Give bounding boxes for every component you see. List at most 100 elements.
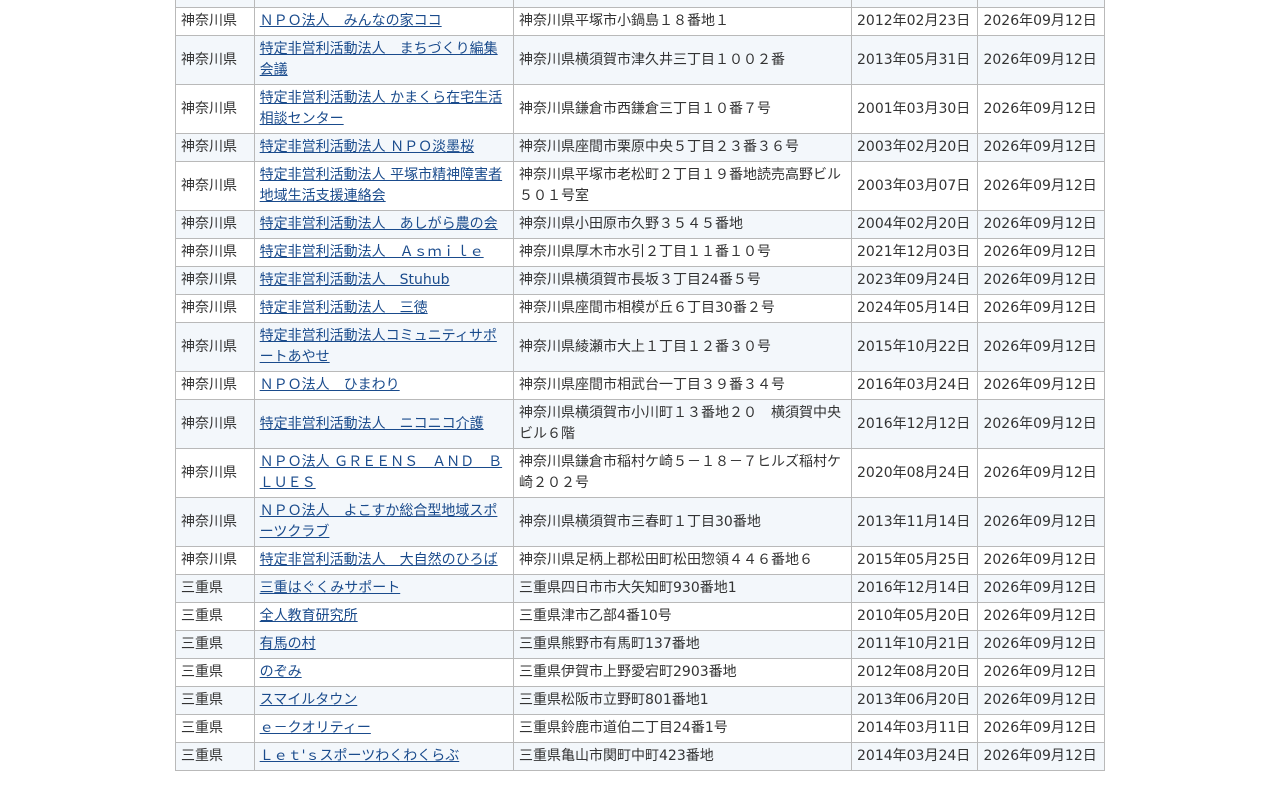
address-cell: 神奈川県横須賀市三春町１丁目30番地 — [513, 497, 852, 547]
organization-link[interactable]: ＮＰＯ法人 みんなの家ココ — [260, 13, 442, 29]
address-cell: 三重県熊野市有馬町137番地 — [513, 630, 852, 659]
organization-name-cell: ＮＰＯ法人 みんなの家ココ — [253, 7, 515, 36]
organization-link[interactable]: ｅ－クオリティー — [260, 720, 371, 736]
updated-date-cell: 2026年09月12日 — [977, 161, 1105, 211]
organization-name-cell: ｅ－クオリティー — [253, 714, 515, 743]
address-cell: 神奈川県小田原市久野３５４５番地 — [513, 210, 852, 239]
organization-link[interactable]: 特定非営利活動法人 三徳 — [260, 300, 428, 316]
table-row: 神奈川県 特定非営利活動法人 ＮＰＯ淡墨桜 神奈川県座間市栗原中央５丁目２３番３６号… — [175, 133, 1105, 162]
updated-date-cell: 2026年09月12日 — [977, 322, 1105, 372]
organization-name-cell: 特定非営利活動法人コミュニティサポートあやせ — [253, 322, 515, 372]
updated-date-cell: 2026年09月12日 — [977, 399, 1105, 449]
updated-date-cell — [977, 0, 1105, 8]
certified-date-cell: 2004年02月20日 — [850, 210, 979, 239]
organization-link[interactable]: 三重はぐくみサポート — [260, 580, 401, 596]
table-row: 神奈川県 ＮＰＯ法人 よこすか総合型地域スポーツクラブ 神奈川県横須賀市三春町１丁目… — [175, 497, 1105, 547]
organization-link[interactable]: Ｌｅｔ'ｓスポーツわくわくらぶ — [260, 748, 460, 764]
prefecture-cell: 三重県 — [175, 686, 255, 715]
organization-link[interactable]: 特定非営利活動法人 あしがら農の会 — [260, 216, 498, 232]
organization-link[interactable]: ＮＰＯ法人 ＧＲＥＥＮＳ ＡＮＤ ＢＬＵＥＳ — [260, 454, 502, 491]
organization-link[interactable]: スマイルタウン — [260, 692, 358, 708]
organization-link[interactable]: 特定非営利活動法人 かまくら在宅生活相談センター — [260, 90, 502, 127]
table-row: 三重県 スマイルタウン 三重県松阪市立野町801番地1 2013年06月20日 2026… — [175, 686, 1105, 715]
table-row: 神奈川県 特定非営利活動法人 あしがら農の会 神奈川県小田原市久野３５４５番地 200… — [175, 210, 1105, 239]
prefecture-cell: 三重県 — [175, 658, 255, 687]
prefecture-cell: 神奈川県 — [175, 294, 255, 323]
prefecture-cell: 神奈川県 — [175, 266, 255, 295]
organization-link[interactable]: のぞみ — [260, 664, 302, 680]
table-row: 神奈川県 特定非営利活動法人 平塚市精神障害者地域生活支援連絡会 神奈川県平塚市老松… — [175, 161, 1105, 211]
organization-link[interactable]: ＮＰＯ法人 ひまわり — [260, 377, 400, 393]
organization-name-cell: 特定非営利活動法人 平塚市精神障害者地域生活支援連絡会 — [253, 161, 515, 211]
organization-name-cell: ＮＰＯ法人 よこすか総合型地域スポーツクラブ — [253, 497, 515, 547]
updated-date-cell: 2026年09月12日 — [977, 602, 1105, 631]
address-cell: 神奈川県座間市相模が丘６丁目30番２号 — [513, 294, 852, 323]
table-row: 三重県 三重はぐくみサポート 三重県四日市市大矢知町930番地1 2016年12月14… — [175, 574, 1105, 603]
organization-link[interactable]: 特定非営利活動法人 平塚市精神障害者地域生活支援連絡会 — [260, 167, 502, 204]
certified-date-cell: 2012年08月20日 — [850, 658, 979, 687]
organization-name-cell: 有馬の村 — [253, 630, 515, 659]
organization-link[interactable]: 特定非営利活動法人 Ａｓｍｉｌｅ — [260, 244, 484, 260]
address-cell: 神奈川県綾瀬市大上１丁目１２番３０号 — [513, 322, 852, 372]
updated-date-cell: 2026年09月12日 — [977, 84, 1105, 134]
organization-name-cell: のぞみ — [253, 658, 515, 687]
table-row — [175, 0, 1105, 8]
organization-name-cell: Ｌｅｔ'ｓスポーツわくわくらぶ — [253, 742, 515, 771]
prefecture-cell: 神奈川県 — [175, 448, 255, 498]
organization-name-cell: 特定非営利活動法人 Ａｓｍｉｌｅ — [253, 238, 515, 267]
certified-date-cell: 2014年03月11日 — [850, 714, 979, 743]
organization-link[interactable]: 有馬の村 — [260, 636, 316, 652]
organization-link[interactable]: 特定非営利活動法人 まちづくり編集会議 — [260, 41, 498, 78]
address-cell: 神奈川県鎌倉市西鎌倉三丁目１０番７号 — [513, 84, 852, 134]
address-cell: 神奈川県横須賀市小川町１３番地２０ 横須賀中央ビル６階 — [513, 399, 852, 449]
updated-date-cell: 2026年09月12日 — [977, 266, 1105, 295]
prefecture-cell: 三重県 — [175, 714, 255, 743]
updated-date-cell: 2026年09月12日 — [977, 448, 1105, 498]
certified-date-cell: 2016年12月12日 — [850, 399, 979, 449]
certified-date-cell: 2016年12月14日 — [850, 574, 979, 603]
prefecture-cell: 神奈川県 — [175, 322, 255, 372]
updated-date-cell: 2026年09月12日 — [977, 546, 1105, 575]
organization-link[interactable]: 特定非営利活動法人 ＮＰＯ淡墨桜 — [260, 139, 474, 155]
prefecture-cell: 神奈川県 — [175, 210, 255, 239]
address-cell — [513, 0, 852, 8]
organization-link[interactable]: 特定非営利活動法人 ニコニコ介護 — [260, 416, 484, 432]
prefecture-cell: 三重県 — [175, 630, 255, 659]
organization-link[interactable]: 特定非営利活動法人コミュニティサポートあやせ — [260, 328, 497, 365]
organization-name-cell: 全人教育研究所 — [253, 602, 515, 631]
table-row: 神奈川県 特定非営利活動法人 まちづくり編集会議 神奈川県横須賀市津久井三丁目１００… — [175, 35, 1105, 85]
organization-name-cell: 特定非営利活動法人 あしがら農の会 — [253, 210, 515, 239]
updated-date-cell: 2026年09月12日 — [977, 742, 1105, 771]
organization-link[interactable]: 全人教育研究所 — [260, 608, 358, 624]
organization-link[interactable]: 特定非営利活動法人 Stuhub — [260, 272, 450, 288]
npo-table-body: 神奈川県 ＮＰＯ法人 みんなの家ココ 神奈川県平塚市小鍋島１８番地１ 2012年02月… — [175, 0, 1105, 771]
organization-name-cell: 特定非営利活動法人 かまくら在宅生活相談センター — [253, 84, 515, 134]
prefecture-cell: 三重県 — [175, 602, 255, 631]
address-cell: 神奈川県鎌倉市稲村ケ崎５－１８－７ヒルズ稲村ケ崎２０２号 — [513, 448, 852, 498]
certified-date-cell: 2020年08月24日 — [850, 448, 979, 498]
prefecture-cell: 神奈川県 — [175, 84, 255, 134]
prefecture-cell: 神奈川県 — [175, 497, 255, 547]
updated-date-cell: 2026年09月12日 — [977, 574, 1105, 603]
prefecture-cell: 神奈川県 — [175, 161, 255, 211]
prefecture-cell: 神奈川県 — [175, 7, 255, 36]
address-cell: 三重県松阪市立野町801番地1 — [513, 686, 852, 715]
certified-date-cell: 2010年05月20日 — [850, 602, 979, 631]
organization-link[interactable]: ＮＰＯ法人 よこすか総合型地域スポーツクラブ — [260, 503, 498, 540]
table-row: 神奈川県 特定非営利活動法人 Ａｓｍｉｌｅ 神奈川県厚木市水引２丁目１１番１０号 20… — [175, 238, 1105, 267]
address-cell: 神奈川県座間市相武台一丁目３９番３４号 — [513, 371, 852, 400]
updated-date-cell: 2026年09月12日 — [977, 133, 1105, 162]
prefecture-cell: 三重県 — [175, 742, 255, 771]
certified-date-cell: 2003年02月20日 — [850, 133, 979, 162]
certified-date-cell: 2023年09月24日 — [850, 266, 979, 295]
prefecture-cell: 神奈川県 — [175, 546, 255, 575]
updated-date-cell: 2026年09月12日 — [977, 294, 1105, 323]
organization-name-cell: 特定非営利活動法人 大自然のひろば — [253, 546, 515, 575]
address-cell: 三重県亀山市関町中町423番地 — [513, 742, 852, 771]
table-row: 神奈川県 特定非営利活動法人 かまくら在宅生活相談センター 神奈川県鎌倉市西鎌倉三丁… — [175, 84, 1105, 134]
organization-link[interactable]: 特定非営利活動法人 大自然のひろば — [260, 552, 498, 568]
address-cell: 三重県鈴鹿市道伯二丁目24番1号 — [513, 714, 852, 743]
address-cell: 三重県津市乙部4番10号 — [513, 602, 852, 631]
prefecture-cell: 神奈川県 — [175, 133, 255, 162]
certified-date-cell: 2015年05月25日 — [850, 546, 979, 575]
